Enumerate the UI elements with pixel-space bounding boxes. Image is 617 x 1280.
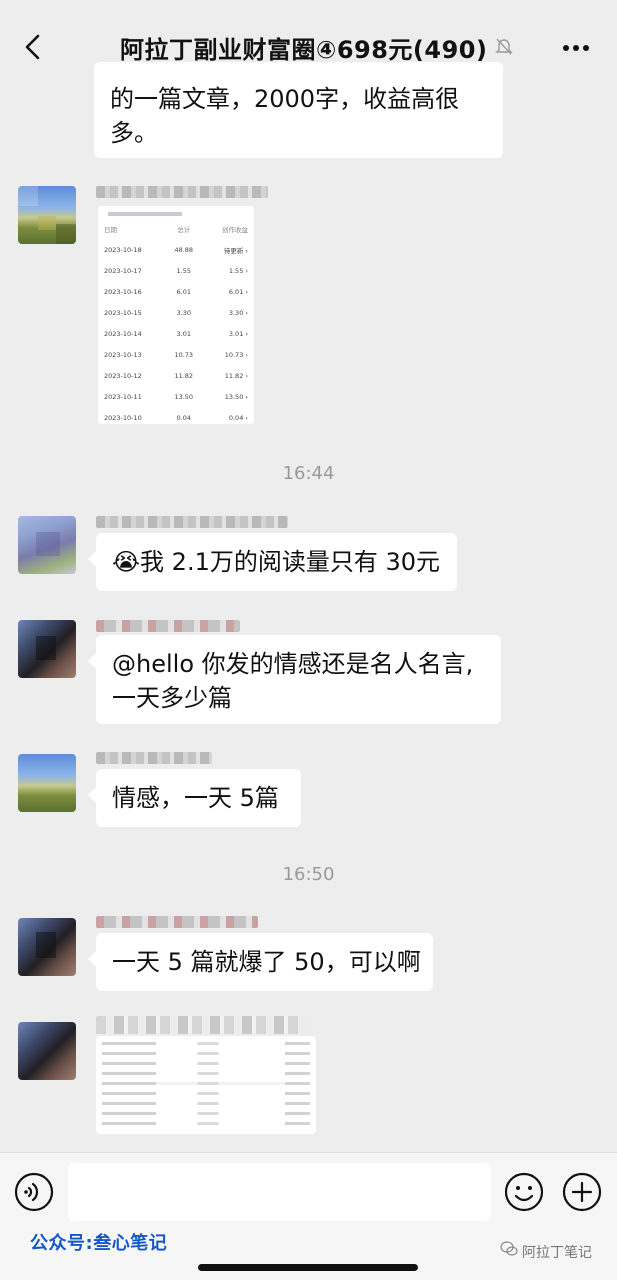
crying-emoji-icon: 😭 — [112, 548, 141, 576]
message-input[interactable] — [68, 1163, 491, 1221]
income-cell: 10.73 › — [224, 350, 248, 359]
sender-name-blurred — [96, 752, 212, 764]
avatar[interactable] — [18, 754, 76, 812]
date-cell: 2023-10-17 — [104, 267, 142, 276]
sender-name-blurred — [96, 620, 240, 632]
header-cell: 日期 — [104, 226, 117, 234]
plus-icon[interactable] — [562, 1172, 602, 1212]
message-bubble[interactable]: 的一篇文章，2000字，收益高很 多。 — [94, 62, 503, 158]
table-row: 2023-10-12 11.82 11.82 › — [98, 365, 254, 386]
message-text-line: 多。 — [110, 119, 158, 147]
message-bubble[interactable]: 一天 5 篇就爆了 50，可以啊 — [88, 933, 433, 991]
income-cell: 6.01 › — [228, 288, 248, 297]
watermark-right: 阿拉丁笔记 — [522, 1245, 592, 1261]
table-row: 2023-10-16 6.01 6.01 › — [98, 282, 254, 303]
wechat-icon — [500, 1241, 518, 1256]
table-row: 2023-10-15 3.30 3.30 › — [98, 303, 254, 324]
sender-name-blurred — [96, 516, 288, 528]
home-indicator[interactable] — [198, 1264, 418, 1271]
date-cell: 2023-10-14 — [104, 330, 142, 338]
income-cell: 3.30 › — [228, 309, 248, 318]
message-text: 情感，一天 5篇 — [112, 784, 279, 812]
avatar[interactable] — [18, 1022, 76, 1080]
total-cell: 11.82 — [174, 371, 194, 380]
screenshot-title-blur — [108, 212, 182, 216]
income-cell: 3.01 › — [228, 330, 248, 338]
income-cell: 11.82 › — [224, 371, 248, 380]
chat-title: 阿拉丁副业财富圈④698元(490) — [120, 36, 488, 64]
income-cell: 1.55 › — [228, 267, 248, 276]
total-cell: 1.55 — [176, 267, 191, 276]
table-row: 2023-10-17 1.55 1.55 › — [98, 261, 254, 282]
date-cell: 2023-10-12 — [104, 371, 142, 380]
total-cell: 3.01 — [176, 330, 191, 338]
date-cell: 2023-10-18 — [104, 246, 142, 255]
date-cell: 2023-10-15 — [104, 309, 142, 318]
message-bubble[interactable]: 情感，一天 5篇 — [88, 769, 301, 827]
date-cell: 2023-10-10 — [104, 413, 142, 422]
earnings-screenshot-image[interactable] — [96, 1036, 316, 1134]
avatar[interactable] — [18, 918, 76, 976]
sender-name-blurred — [96, 1016, 306, 1034]
message-text-line: @hello 你发的情感还是名人名言, — [112, 650, 474, 678]
message-text-line: 一天多少篇 — [112, 684, 232, 712]
emoji-icon[interactable] — [504, 1172, 544, 1212]
income-cell: 待更新 › — [223, 247, 248, 256]
message-text: 一天 5 篇就爆了 50，可以啊 — [112, 948, 421, 976]
total-cell: 6.01 — [176, 288, 191, 297]
message-text: 我 2.1万的阅读量只有 30元 — [140, 548, 441, 576]
total-cell: 10.73 — [174, 350, 194, 359]
table-row: 2023-10-14 3.01 3.01 › — [98, 324, 254, 345]
income-cell: 0.04 › — [228, 413, 248, 422]
total-cell: 0.04 — [176, 413, 191, 422]
sender-name-blurred — [96, 916, 258, 928]
timestamp: 16:50 — [282, 864, 335, 885]
voice-icon[interactable] — [14, 1172, 54, 1212]
earnings-table: 日期 总计 创作收益 2023-10-18 48.88 待更新 › 2023-10-… — [98, 218, 254, 424]
total-cell: 48.88 — [174, 246, 194, 255]
table-row: 2023-10-11 13.50 13.50 › — [98, 386, 254, 407]
header-cell: 创作收益 — [222, 226, 248, 234]
date-cell: 2023-10-11 — [104, 392, 142, 401]
header-cell: 总计 — [177, 226, 191, 234]
date-cell: 2023-10-13 — [104, 350, 142, 359]
total-cell: 3.30 — [176, 309, 191, 318]
more-dots-icon[interactable] — [562, 44, 590, 52]
table-row: 2023-10-10 0.04 0.04 › — [98, 407, 254, 424]
bell-off-icon — [495, 38, 513, 55]
table-row: 2023-10-13 10.73 10.73 › — [98, 344, 254, 365]
date-cell: 2023-10-16 — [104, 288, 142, 297]
chevron-left-icon[interactable] — [22, 34, 44, 60]
avatar[interactable] — [18, 620, 76, 678]
watermark-left: 公众号:叁心笔记 — [30, 1233, 168, 1254]
message-bubble[interactable]: @hello 你发的情感还是名人名言, 一天多少篇 — [88, 635, 501, 724]
sender-name-blurred — [96, 186, 268, 198]
avatar[interactable] — [18, 186, 76, 244]
total-cell: 13.50 — [174, 392, 194, 401]
timestamp: 16:44 — [282, 463, 335, 484]
earnings-screenshot-image[interactable]: 日期 总计 创作收益 2023-10-18 48.88 待更新 › 2023-10-… — [98, 206, 254, 424]
table-row: 2023-10-18 48.88 待更新 › — [98, 240, 254, 261]
avatar[interactable] — [18, 516, 76, 574]
message-text-line: 的一篇文章，2000字，收益高很 — [110, 85, 460, 113]
table-header-row: 日期 总计 创作收益 — [98, 218, 254, 240]
message-bubble[interactable]: 😭我 2.1万的阅读量只有 30元 — [88, 533, 457, 591]
income-cell: 13.50 › — [224, 392, 248, 401]
